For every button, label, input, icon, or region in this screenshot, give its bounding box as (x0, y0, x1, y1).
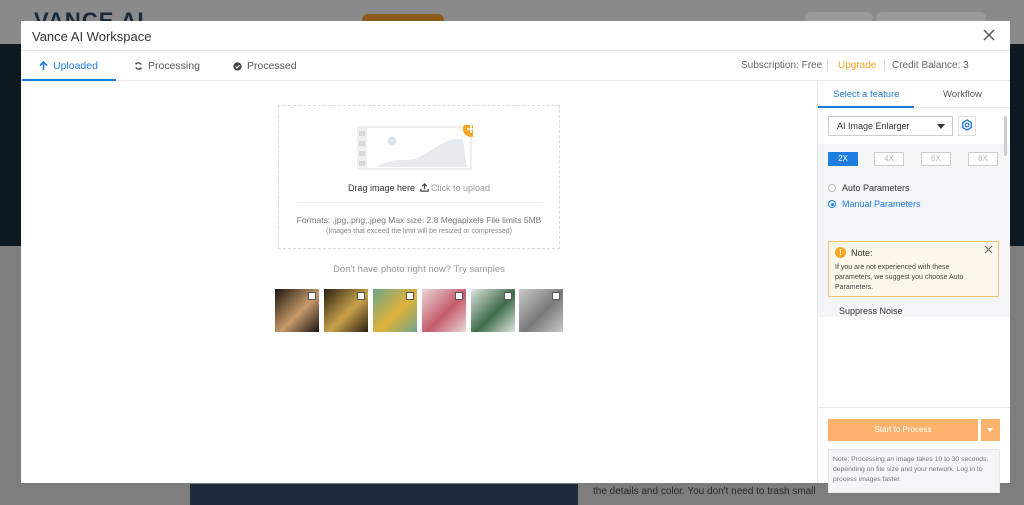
panel-tabs: Select a feature Workflow (818, 82, 1010, 108)
sample-checkbox[interactable] (455, 292, 463, 300)
upload-drop-zone[interactable]: Drag image here Click to upload Formats:… (278, 105, 560, 249)
tab-workflow[interactable]: Workflow (943, 82, 982, 108)
sample-checkbox[interactable] (308, 292, 316, 300)
sample-checkbox[interactable] (357, 292, 365, 300)
sample-bottle-hand[interactable] (471, 289, 515, 332)
note-box: ! Note: If you are not experienced with … (828, 241, 999, 297)
sample-checkbox[interactable] (504, 292, 512, 300)
drag-text: Drag image here (347, 183, 415, 193)
scale-4x-button[interactable]: 4X (874, 152, 904, 166)
format-note: (Images that exceed the limit will be re… (326, 228, 512, 235)
scale-8x-button[interactable]: 8X (968, 152, 998, 166)
subscription-status: Subscription: Free (741, 60, 823, 71)
radio-selected-icon (828, 200, 836, 208)
check-circle-icon (233, 61, 242, 71)
panel-tab-underline (818, 106, 914, 108)
sync-icon (134, 62, 143, 70)
manual-parameters-option[interactable]: Manual Parameters (828, 199, 921, 209)
sample-cat[interactable] (519, 289, 563, 332)
feature-select[interactable]: AI Image Enlarger (828, 116, 953, 136)
feature-select-value: AI Image Enlarger (837, 121, 910, 131)
close-icon[interactable] (982, 28, 996, 42)
sample-statue-gold[interactable] (324, 289, 368, 332)
modal-header: Vance AI Workspace (21, 21, 1010, 51)
click-to-upload-link[interactable]: Click to upload (431, 183, 490, 193)
divider (884, 60, 885, 72)
suppress-noise-label: Suppress Noise (839, 306, 903, 316)
tab-processed-label: Processed (247, 60, 297, 72)
tab-processing-label: Processing (148, 60, 200, 72)
divider (827, 60, 828, 72)
background-body-text: the details and color. You don't need to… (593, 486, 816, 497)
process-dropdown-button[interactable] (981, 419, 1000, 441)
image-placeholder-icon (357, 125, 473, 170)
upgrade-link[interactable]: Upgrade (838, 51, 876, 81)
format-info: Formats: .jpg,.png,.jpeg Max size: 2.8 M… (296, 215, 542, 225)
modal-title: Vance AI Workspace (32, 29, 152, 44)
drag-instructions: Drag image here Click to upload (279, 183, 559, 193)
sample-fitness-woman[interactable] (422, 289, 466, 332)
warning-icon: ! (835, 247, 846, 258)
feature-panel: Select a feature Workflow AI Image Enlar… (817, 82, 1010, 493)
tab-uploaded-label: Uploaded (53, 60, 98, 72)
chevron-down-icon (937, 124, 945, 129)
divider (818, 407, 1010, 408)
divider (297, 202, 543, 203)
tab-processing[interactable]: Processing (134, 51, 200, 81)
upload-arrow-icon (39, 61, 48, 70)
scale-6x-button[interactable]: 6X (921, 152, 951, 166)
tab-uploaded[interactable]: Uploaded (39, 51, 98, 81)
tab-select-feature[interactable]: Select a feature (833, 82, 900, 108)
close-icon[interactable] (984, 245, 993, 254)
upload-icon (419, 183, 429, 192)
parameters-area: 2X 4X 6X 8X Auto Parameters Manual Param… (818, 144, 1010, 317)
note-title: Note: (851, 248, 873, 258)
sample-checkbox[interactable] (406, 292, 414, 300)
samples-label: Don't have photo right now? Try samples (333, 264, 505, 275)
credit-balance: Credit Balance: 3 (892, 60, 969, 71)
radio-icon (828, 184, 836, 192)
sample-checkbox[interactable] (552, 292, 560, 300)
manual-parameters-label: Manual Parameters (842, 199, 921, 209)
gear-icon[interactable] (958, 116, 976, 136)
scale-2x-button[interactable]: 2X (828, 152, 858, 166)
chevron-down-icon (987, 428, 993, 432)
start-process-button[interactable]: Start to Process (828, 419, 978, 441)
sample-yellow-pattern[interactable] (373, 289, 417, 332)
tab-active-underline (22, 79, 116, 81)
workspace-modal: Vance AI Workspace Uploaded Processing P… (21, 21, 1010, 493)
note-text: If you are not experienced with these pa… (835, 264, 964, 291)
panel-scrollbar[interactable] (1004, 116, 1007, 156)
sample-portrait-woman[interactable] (275, 289, 319, 332)
background-image (190, 484, 578, 505)
workspace-tabs: Uploaded Processing Processed Subscripti… (21, 51, 1010, 81)
auto-parameters-option[interactable]: Auto Parameters (828, 183, 910, 193)
tab-processed[interactable]: Processed (233, 51, 297, 81)
auto-parameters-label: Auto Parameters (842, 183, 910, 193)
process-note: Note: Processing an image takes 10 to 30… (828, 449, 1000, 493)
